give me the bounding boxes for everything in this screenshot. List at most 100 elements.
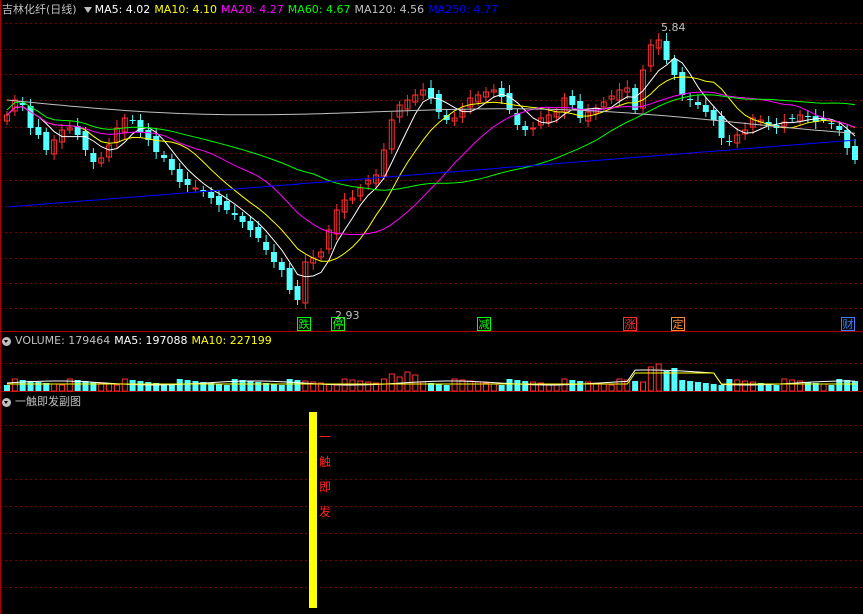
volume-bar bbox=[694, 382, 701, 391]
candle-body bbox=[663, 41, 670, 60]
main-chart-header: 吉林化纤(日线) MA5: 4.02 MA10: 4.10 MA20: 4.27 MA6… bbox=[2, 3, 506, 17]
volume-bar bbox=[522, 381, 529, 391]
volume-bar bbox=[577, 381, 584, 391]
sub-panel-title: 一触即发副图 bbox=[15, 395, 81, 408]
volume-bar bbox=[223, 385, 230, 391]
ma20-line bbox=[6, 91, 856, 236]
volume-bar bbox=[530, 381, 537, 392]
volume-bar bbox=[844, 380, 851, 391]
candle-body bbox=[294, 286, 301, 300]
volume-bar bbox=[294, 380, 301, 391]
candle-body bbox=[687, 99, 694, 100]
volume-bar bbox=[742, 380, 749, 392]
sub-panel-header: 一触即发副图 bbox=[2, 395, 85, 409]
volume-bar bbox=[404, 371, 411, 392]
volume-bar bbox=[804, 382, 811, 391]
ma-legend-item: MA120: 4.56 bbox=[354, 3, 425, 16]
volume-bar bbox=[388, 373, 395, 392]
kline-chart[interactable] bbox=[0, 0, 863, 614]
volume-bar bbox=[475, 381, 482, 392]
volume-ma5: MA5: 197088 bbox=[114, 334, 188, 347]
candle-body bbox=[168, 159, 175, 170]
volume-bar bbox=[734, 379, 741, 392]
event-tag[interactable]: 减 bbox=[477, 317, 491, 331]
candle-body bbox=[710, 110, 717, 120]
candle-body bbox=[828, 123, 835, 124]
candle-body bbox=[836, 126, 843, 130]
volume-bar bbox=[600, 383, 607, 392]
volume-bar bbox=[216, 384, 222, 391]
volume-bar bbox=[640, 381, 646, 392]
volume-bar bbox=[789, 379, 796, 392]
volume-bar bbox=[129, 380, 136, 391]
volume-bar bbox=[506, 379, 513, 391]
volume-bar bbox=[553, 384, 560, 392]
volume-bar bbox=[333, 384, 340, 392]
candle-body bbox=[694, 102, 701, 105]
volume-bar bbox=[663, 371, 670, 391]
volume-bar bbox=[702, 383, 709, 391]
volume-bar bbox=[420, 381, 427, 392]
candle-body bbox=[428, 88, 434, 98]
signal-char: 即 bbox=[319, 480, 332, 494]
volume-bar bbox=[679, 380, 686, 391]
volume-bar bbox=[647, 366, 654, 392]
volume-title: VOLUME: 179464 bbox=[15, 334, 111, 347]
volume-bar bbox=[616, 378, 623, 392]
volume-bar bbox=[749, 381, 756, 392]
volume-bar bbox=[184, 380, 191, 391]
ma-legend-item: MA5: 4.02 bbox=[94, 3, 151, 16]
candle-body bbox=[804, 116, 811, 117]
volume-bar bbox=[632, 381, 639, 391]
volume-bar bbox=[90, 382, 97, 391]
volume-bar bbox=[569, 380, 576, 391]
volume-bar bbox=[58, 384, 65, 392]
volume-bar bbox=[168, 385, 175, 391]
event-tag[interactable]: 跌 bbox=[297, 317, 311, 331]
event-tag[interactable]: 定 bbox=[671, 317, 685, 331]
candle-body bbox=[247, 221, 254, 230]
volume-bar bbox=[51, 383, 58, 392]
volume-bar bbox=[608, 384, 615, 392]
candle-body bbox=[255, 227, 262, 238]
dropdown-arrow-icon[interactable] bbox=[83, 6, 92, 13]
volume-bar bbox=[710, 384, 717, 391]
candle-body bbox=[286, 268, 293, 290]
volume-bar bbox=[82, 381, 89, 391]
ma60-line bbox=[6, 94, 856, 191]
candle-body bbox=[506, 93, 513, 110]
candle-body bbox=[852, 146, 858, 160]
ma120-line bbox=[6, 99, 856, 134]
volume-header: VOLUME: 179464 MA5: 197088 MA10: 227199 bbox=[2, 334, 276, 348]
candle-body bbox=[176, 169, 183, 182]
ma-legend-item: MA10: 4.10 bbox=[154, 3, 218, 16]
candle-body bbox=[789, 118, 796, 119]
volume-bar bbox=[137, 381, 144, 391]
volume-bar bbox=[498, 385, 505, 391]
candle-body bbox=[161, 155, 168, 158]
volume-bar bbox=[380, 378, 387, 392]
event-tag[interactable]: 财 bbox=[841, 317, 855, 331]
volume-bar bbox=[773, 385, 780, 391]
ma250-line bbox=[6, 139, 856, 208]
volume-bar bbox=[820, 383, 827, 392]
candle-body bbox=[153, 136, 160, 152]
signal-char: 一 bbox=[319, 430, 332, 444]
volume-bar bbox=[106, 383, 113, 392]
high-price-label: 5.84 bbox=[661, 21, 686, 34]
collapse-circle-icon[interactable] bbox=[2, 397, 11, 407]
volume-bar bbox=[325, 383, 332, 392]
collapse-circle-icon[interactable] bbox=[2, 336, 11, 346]
volume-bar bbox=[27, 381, 34, 391]
event-tag[interactable]: 停 bbox=[331, 317, 345, 331]
candle-body bbox=[522, 126, 529, 130]
volume-bar bbox=[270, 384, 277, 391]
volume-bar bbox=[278, 385, 285, 391]
volume-bar bbox=[145, 382, 152, 391]
event-tag[interactable]: 涨 bbox=[623, 317, 637, 331]
candle-body bbox=[208, 192, 215, 198]
volume-bar bbox=[490, 383, 497, 392]
candle-body bbox=[239, 216, 246, 222]
ma-legend-item: MA250: 4.77 bbox=[428, 3, 498, 16]
candle-body bbox=[43, 132, 50, 150]
